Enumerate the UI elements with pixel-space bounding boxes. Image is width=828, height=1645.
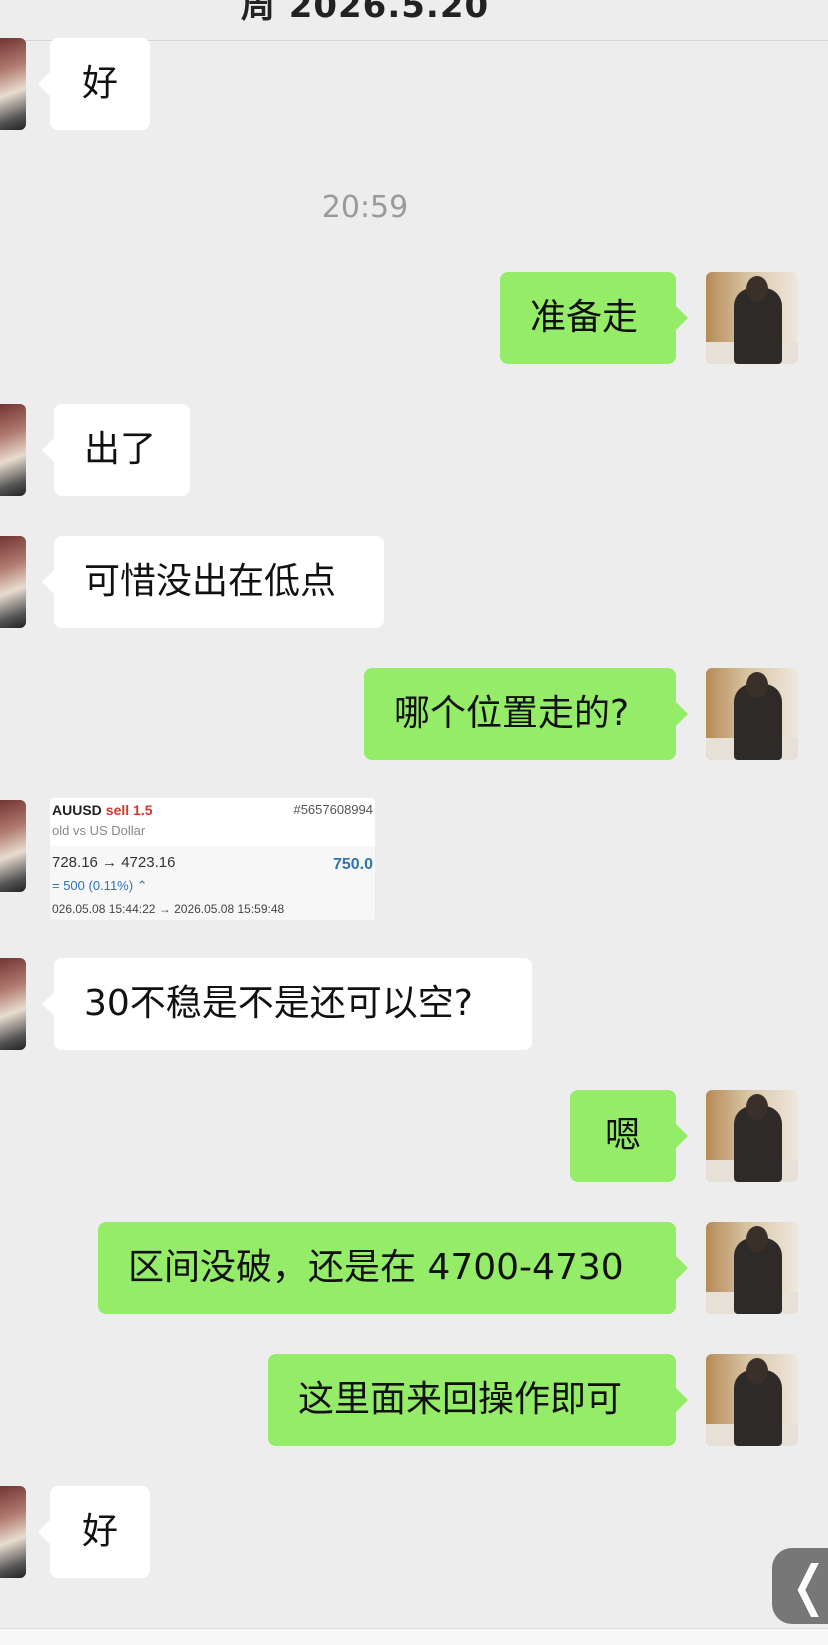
contact-avatar[interactable] xyxy=(0,800,26,892)
contact-avatar[interactable] xyxy=(0,536,26,628)
back-button[interactable]: ❬ xyxy=(772,1548,828,1624)
message-bubble[interactable]: 这里面来回操作即可 xyxy=(268,1354,688,1446)
message-bubble[interactable]: 出了 xyxy=(42,404,190,496)
my-avatar[interactable] xyxy=(706,1222,798,1314)
message-bubble[interactable]: 可惜没出在低点 xyxy=(42,536,384,628)
my-avatar[interactable] xyxy=(706,668,798,760)
trade-prices: 728.16 → 4723.16 xyxy=(52,854,176,871)
trade-profit: 750.0 xyxy=(332,856,373,873)
message-bubble[interactable]: 准备走 xyxy=(500,272,688,364)
message-bubble[interactable]: 好 xyxy=(38,1486,150,1578)
my-avatar[interactable] xyxy=(706,1090,798,1182)
trade-side: sell 1.5 xyxy=(105,802,153,818)
chevron-left-icon: ❬ xyxy=(786,1554,828,1617)
contact-avatar[interactable] xyxy=(0,38,26,130)
contact-avatar[interactable] xyxy=(0,404,26,496)
trade-order-id: #5657608994 xyxy=(293,802,373,817)
trade-description: old vs US Dollar xyxy=(52,823,146,838)
message-bubble[interactable]: 好 xyxy=(38,38,150,130)
my-avatar[interactable] xyxy=(706,1354,798,1446)
chat-date-header: 周 2026.5.20 xyxy=(240,0,490,26)
contact-avatar[interactable] xyxy=(0,1486,26,1578)
contact-avatar[interactable] xyxy=(0,958,26,1050)
trade-screenshot-image[interactable]: AUUSD sell 1.5 #5657608994 old vs US Doll… xyxy=(50,798,375,920)
message-bubble[interactable]: 区间没破，还是在 4700-4730 xyxy=(98,1222,688,1314)
message-timestamp: 20:59 xyxy=(321,190,409,225)
trade-change: = 500 (0.11%) ⌃ xyxy=(52,878,148,893)
message-bubble[interactable]: 30不稳是不是还可以空? xyxy=(42,958,532,1050)
trade-times: 026.05.08 15:44:22 → 2026.05.08 15:59:48 xyxy=(52,902,285,916)
trade-symbol: AUUSD sell 1.5 xyxy=(52,802,153,818)
message-bubble[interactable]: 嗯 xyxy=(570,1090,688,1182)
my-avatar[interactable] xyxy=(706,272,798,364)
input-bar-edge xyxy=(0,1628,828,1645)
message-bubble[interactable]: 哪个位置走的? xyxy=(364,668,688,760)
